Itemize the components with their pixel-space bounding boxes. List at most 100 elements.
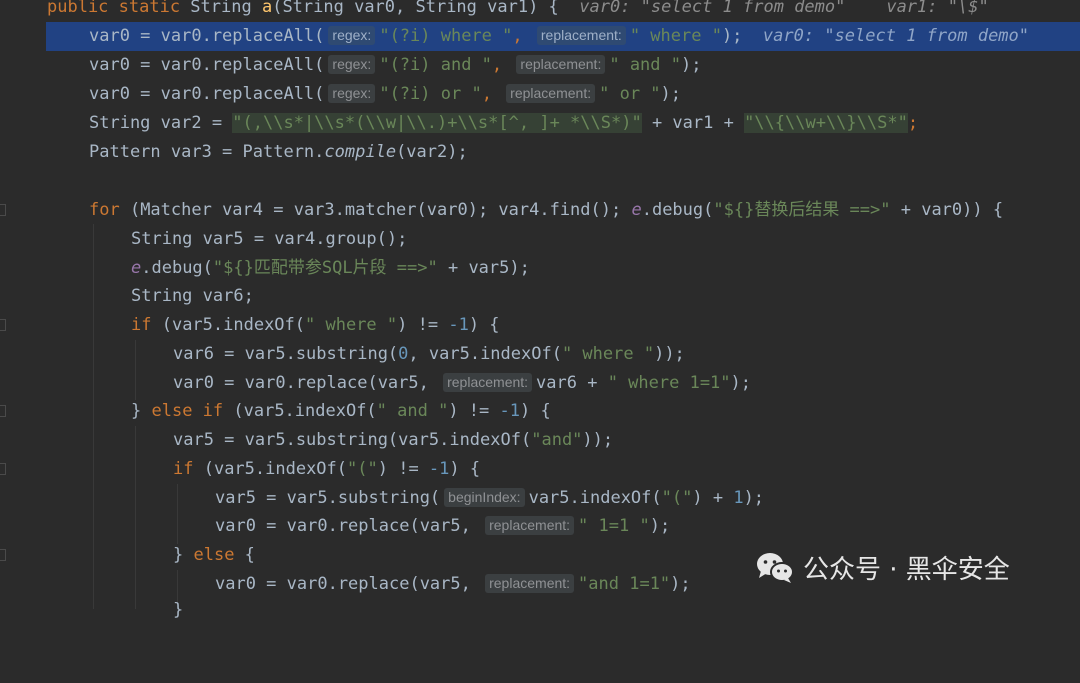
- code-text: ,: [491, 55, 513, 75]
- code-line[interactable]: var0 = var0.replaceAll(regex: "(?i) and "…: [0, 51, 1080, 80]
- code-text: .debug(: [641, 200, 714, 220]
- code-line[interactable]: if (var5.indexOf("(") != -1) {: [0, 455, 1080, 484]
- code-text: ) {: [520, 401, 551, 421]
- code-text: );: [681, 55, 702, 75]
- code-text: (var2);: [396, 142, 468, 162]
- param-hint: replacement:: [536, 26, 626, 45]
- code-text: var5 = var5.substring(var5.indexOf(: [173, 430, 532, 450]
- code-line[interactable]: var0 = var0.replace(var5, replacement: va…: [0, 369, 1080, 398]
- code-line[interactable]: String var2 = "(,\\s*|\\s*(\\w|\\.)+\\s*…: [0, 109, 1080, 138]
- code-line[interactable]: }: [0, 596, 1080, 625]
- string-literal: " and ": [376, 401, 449, 421]
- string-literal: " where ": [629, 26, 722, 46]
- code-text: String var5 = var4.group();: [131, 229, 408, 249]
- code-text: var0 = var0.replace(var5,: [215, 516, 482, 536]
- regex-literal: "(,\\s*|\\s*(\\w|\\.)+\\s*[^, ]+ *\\S*)": [232, 113, 642, 133]
- param-hint: regex:: [328, 55, 376, 74]
- watermark: 公众号 · 黑伞安全: [755, 547, 1010, 587]
- string-literal: "(?i) where ": [379, 26, 513, 46]
- code-line[interactable]: var5 = var5.substring(var5.indexOf("and"…: [0, 426, 1080, 455]
- string-literal: "(?i) and ": [379, 55, 492, 75]
- code-text: ));: [582, 430, 614, 450]
- code-line[interactable]: for (Matcher var4 = var3.matcher(var0); …: [0, 196, 1080, 225]
- code-text: (var5.indexOf(: [161, 315, 306, 335]
- string-literal: "${}匹配带参SQL片段 ==>": [212, 258, 438, 278]
- keyword: if: [131, 315, 162, 335]
- code-text: ,: [481, 84, 503, 104]
- code-text: ) {: [449, 459, 481, 479]
- regex-literal: "\\{\\w+\\}\\S*": [744, 113, 908, 133]
- code-line[interactable]: public static String a(String var0, Stri…: [0, 0, 1080, 22]
- code-text: );: [743, 488, 765, 508]
- code-text: }: [173, 600, 184, 620]
- keyword: else: [193, 545, 245, 565]
- code-text: .debug(: [141, 258, 213, 278]
- string-literal: " where 1=1": [607, 373, 731, 393]
- code-text: ));: [654, 344, 685, 364]
- param-hint: replacement:: [443, 373, 533, 392]
- code-text: (String var0, String var1) {: [272, 0, 559, 17]
- string-literal: " and ": [609, 55, 681, 75]
- code-text: (var5.indexOf(: [233, 401, 377, 421]
- string-literal: " or ": [599, 84, 661, 104]
- keyword: for: [89, 200, 130, 220]
- inlay-value: var0: "select 1 from demo": [762, 26, 1030, 46]
- code-text: (var5.indexOf(: [203, 459, 348, 479]
- param-hint: regex:: [328, 84, 376, 103]
- code-line-current[interactable]: var0 = var0.replaceAll(regex: "(?i) where…: [0, 22, 1080, 51]
- code-text: ;: [907, 113, 919, 133]
- string-literal: "and 1=1": [578, 574, 671, 594]
- code-line[interactable]: String var5 = var4.group();: [0, 225, 1080, 254]
- code-text: var6 +: [536, 373, 608, 393]
- param-hint: replacement:: [516, 55, 606, 74]
- code-text: (Matcher var4 = var3.matcher(var0); var4…: [129, 200, 632, 220]
- code-text: }: [173, 545, 194, 565]
- string-literal: " where ": [305, 315, 398, 335]
- number-literal: -1: [499, 401, 520, 421]
- code-text: + var0)) {: [890, 200, 1004, 220]
- code-text: );: [660, 84, 682, 104]
- wechat-logo-icon: [755, 550, 795, 584]
- code-text: String var6;: [131, 286, 254, 306]
- param-hint: replacement:: [506, 84, 596, 103]
- number-literal: -1: [428, 459, 450, 479]
- string-literal: "(": [347, 459, 378, 479]
- string-literal: " 1=1 ": [578, 516, 650, 536]
- type-name: String: [190, 0, 262, 17]
- code-line[interactable]: if (var5.indexOf(" where ") != -1) {: [0, 311, 1080, 340]
- code-text: );: [649, 516, 671, 536]
- code-line[interactable]: var6 = var5.substring(0, var5.indexOf(" …: [0, 340, 1080, 369]
- code-text: ) {: [468, 315, 500, 335]
- code-text: );: [670, 574, 691, 594]
- keyword: else if: [151, 401, 234, 421]
- code-editor[interactable]: public static String a(String var0, Stri…: [0, 0, 1080, 620]
- inlay-value: var1: "\$": [886, 0, 989, 17]
- code-text: ,: [512, 26, 533, 46]
- code-text: ) !=: [397, 315, 449, 335]
- code-text: );: [730, 373, 752, 393]
- inlay-value: var0: "select 1 from demo": [579, 0, 846, 17]
- keyword: public static: [47, 0, 191, 17]
- keyword: if: [173, 459, 204, 479]
- code-line[interactable]: var0 = var0.replaceAll(regex: "(?i) or ",…: [0, 80, 1080, 109]
- string-literal: " where ": [561, 344, 655, 364]
- code-line[interactable]: var5 = var5.substring(beginIndex: var5.in…: [0, 484, 1080, 513]
- code-text: ) !=: [377, 459, 429, 479]
- code-text: var0 = var0.replace(var5,: [173, 373, 440, 393]
- code-line[interactable]: String var6;: [0, 282, 1080, 311]
- field-ref: e: [631, 200, 642, 220]
- string-literal: "(?i) or ": [379, 84, 482, 104]
- code-text: + var5);: [437, 258, 530, 278]
- code-line[interactable]: var0 = var0.replace(var5, replacement: " …: [0, 512, 1080, 541]
- code-line[interactable]: } else if (var5.indexOf(" and ") != -1) …: [0, 397, 1080, 426]
- code-text: var0 = var0.replaceAll(: [89, 26, 325, 46]
- watermark-text: 公众号 · 黑伞安全: [803, 554, 1010, 585]
- code-line[interactable]: Pattern var3 = Pattern.compile(var2);: [0, 138, 1080, 167]
- code-text: var0 = var0.replaceAll(: [89, 84, 325, 104]
- code-text: var0 = var0.replace(var5,: [215, 574, 482, 594]
- code-line[interactable]: e.debug("${}匹配带参SQL片段 ==>" + var5);: [0, 254, 1080, 283]
- field-ref: e: [131, 258, 142, 278]
- code-text: var5 = var5.substring(: [215, 488, 441, 508]
- param-hint: replacement:: [485, 574, 575, 593]
- string-literal: "${}替换后结果 ==>": [713, 200, 891, 220]
